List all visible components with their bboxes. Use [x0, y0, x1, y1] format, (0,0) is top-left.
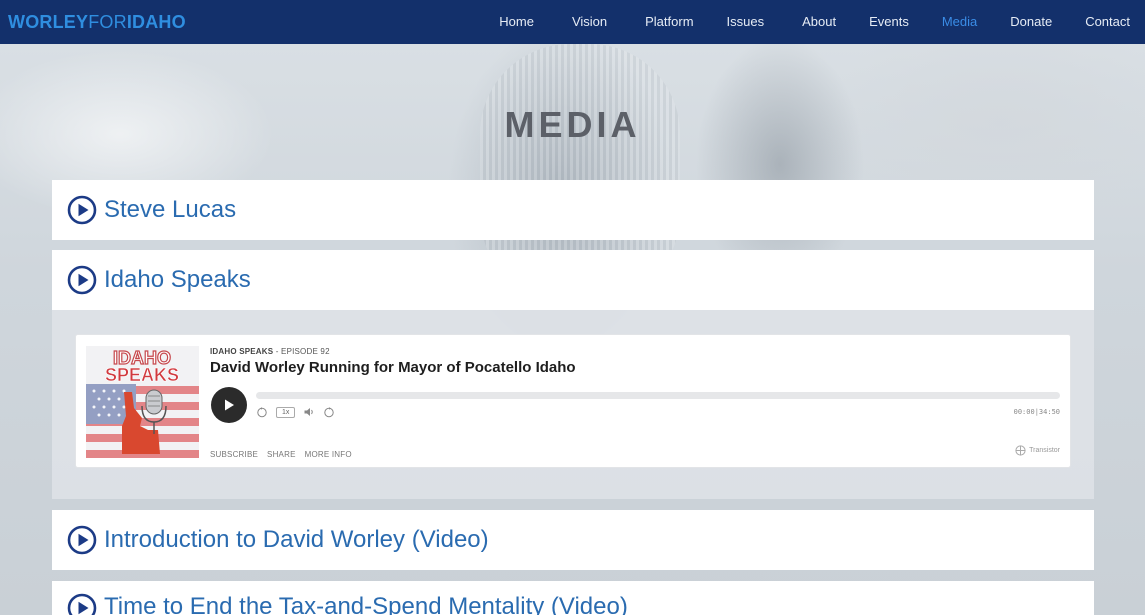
- volume-icon[interactable]: [303, 406, 315, 418]
- accordion-title: Idaho Speaks: [104, 266, 251, 293]
- player-controls: 1x: [256, 405, 335, 419]
- show-name: IDAHO SPEAKS: [210, 347, 274, 356]
- play-button[interactable]: [211, 387, 247, 423]
- site-logo[interactable]: WORLEYFORIDAHO: [8, 12, 186, 33]
- accordion-title: Introduction to David Worley (Video): [104, 526, 489, 553]
- accordion-title: Time to End the Tax-and-Spend Mentality …: [104, 593, 628, 615]
- logo-part-for: FOR: [88, 11, 127, 32]
- logo-part-worley: WORLEY: [8, 11, 89, 32]
- forward-icon[interactable]: [323, 406, 335, 418]
- nav-platform[interactable]: Platform: [632, 0, 706, 44]
- more-info-link[interactable]: MORE INFO: [305, 450, 352, 459]
- main-nav: Home Vision Platform Issues About Events…: [486, 0, 1145, 44]
- top-navbar: WORLEYFORIDAHO Home Vision Platform Issu…: [0, 0, 1145, 44]
- play-circle-icon: [67, 265, 97, 295]
- player-links: SUBSCRIBE SHARE MORE INFO: [210, 450, 352, 459]
- meta-separator: -: [273, 347, 282, 356]
- nav-media[interactable]: Media: [929, 0, 990, 44]
- nav-home[interactable]: Home: [486, 0, 547, 44]
- accordion-item-steve-lucas[interactable]: Steve Lucas: [52, 180, 1094, 240]
- nav-issues[interactable]: Issues: [714, 0, 778, 44]
- speed-button[interactable]: 1x: [276, 406, 296, 418]
- share-link[interactable]: SHARE: [267, 450, 296, 459]
- accordion-item-intro-video[interactable]: Introduction to David Worley (Video): [52, 510, 1094, 570]
- progress-bar[interactable]: [256, 392, 1060, 399]
- episode-meta: IDAHO SPEAKS - EPISODE 92: [210, 347, 330, 356]
- play-icon: [225, 399, 234, 411]
- time-total: 34:50: [1038, 408, 1060, 416]
- accordion-item-idaho-speaks[interactable]: Idaho Speaks: [52, 250, 1094, 310]
- play-circle-icon: [67, 525, 97, 555]
- podcast-player: IDAHO SPEAKS IDAHO SPEAKS - EPISODE 92 D…: [75, 334, 1071, 468]
- page-title: MEDIA: [504, 104, 641, 145]
- accordion-item-tax-video[interactable]: Time to End the Tax-and-Spend Mentality …: [52, 581, 1094, 615]
- cover-text-speaks: SPEAKS: [105, 365, 179, 385]
- podcast-cover-art: IDAHO SPEAKS: [86, 346, 199, 458]
- transistor-link[interactable]: Transistor: [1015, 445, 1060, 456]
- transistor-label: Transistor: [1029, 447, 1060, 454]
- episode-number: EPISODE 92: [281, 347, 330, 356]
- nav-events[interactable]: Events: [856, 0, 922, 44]
- time-display: 00:00|34:50: [1013, 408, 1060, 416]
- time-current: 00:00: [1013, 408, 1035, 416]
- episode-title: David Worley Running for Mayor of Pocate…: [210, 359, 576, 376]
- nav-about[interactable]: About: [789, 0, 849, 44]
- nav-vision[interactable]: Vision: [559, 0, 620, 44]
- nav-contact[interactable]: Contact: [1072, 0, 1145, 44]
- transistor-logo-icon: [1015, 445, 1026, 456]
- rewind-icon[interactable]: [256, 406, 268, 418]
- accordion-title: Steve Lucas: [104, 196, 237, 223]
- play-circle-icon: [67, 593, 97, 615]
- play-circle-icon: [67, 195, 97, 225]
- nav-donate[interactable]: Donate: [997, 0, 1065, 44]
- subscribe-link[interactable]: SUBSCRIBE: [210, 450, 258, 459]
- logo-part-idaho: IDAHO: [126, 11, 186, 32]
